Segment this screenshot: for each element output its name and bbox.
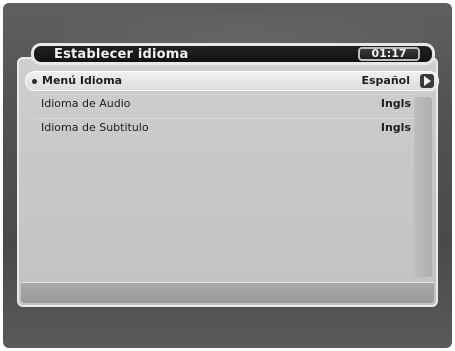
right-arrow-glyph [424, 76, 431, 86]
setting-row-audio-language[interactable]: Idioma de Audio Ingls [25, 95, 439, 115]
right-arrow-icon[interactable] [420, 74, 434, 88]
clock-badge: 01:17 [358, 47, 420, 61]
setting-value: Ingls [380, 97, 411, 110]
setting-row-subtitle-language[interactable]: Idioma de Subtitulo Ingls [25, 119, 439, 139]
title-bar: Establecer idioma 01:17 [31, 43, 435, 65]
bottom-bar [21, 282, 434, 303]
setting-label: Idioma de Subtitulo [41, 121, 149, 134]
bullet-icon [32, 79, 37, 84]
setting-label: Idioma de Audio [41, 97, 131, 110]
clock-time: 01:17 [371, 47, 407, 60]
tv-screen: Establecer idioma 01:17 Menú Idioma Espa… [3, 3, 452, 348]
page-title: Establecer idioma [54, 47, 189, 62]
setting-row-menu-language[interactable]: Menú Idioma Español [25, 71, 439, 91]
setting-value: Ingls [380, 121, 411, 134]
setting-value: Español [361, 74, 410, 87]
setting-label: Menú Idioma [42, 74, 123, 87]
